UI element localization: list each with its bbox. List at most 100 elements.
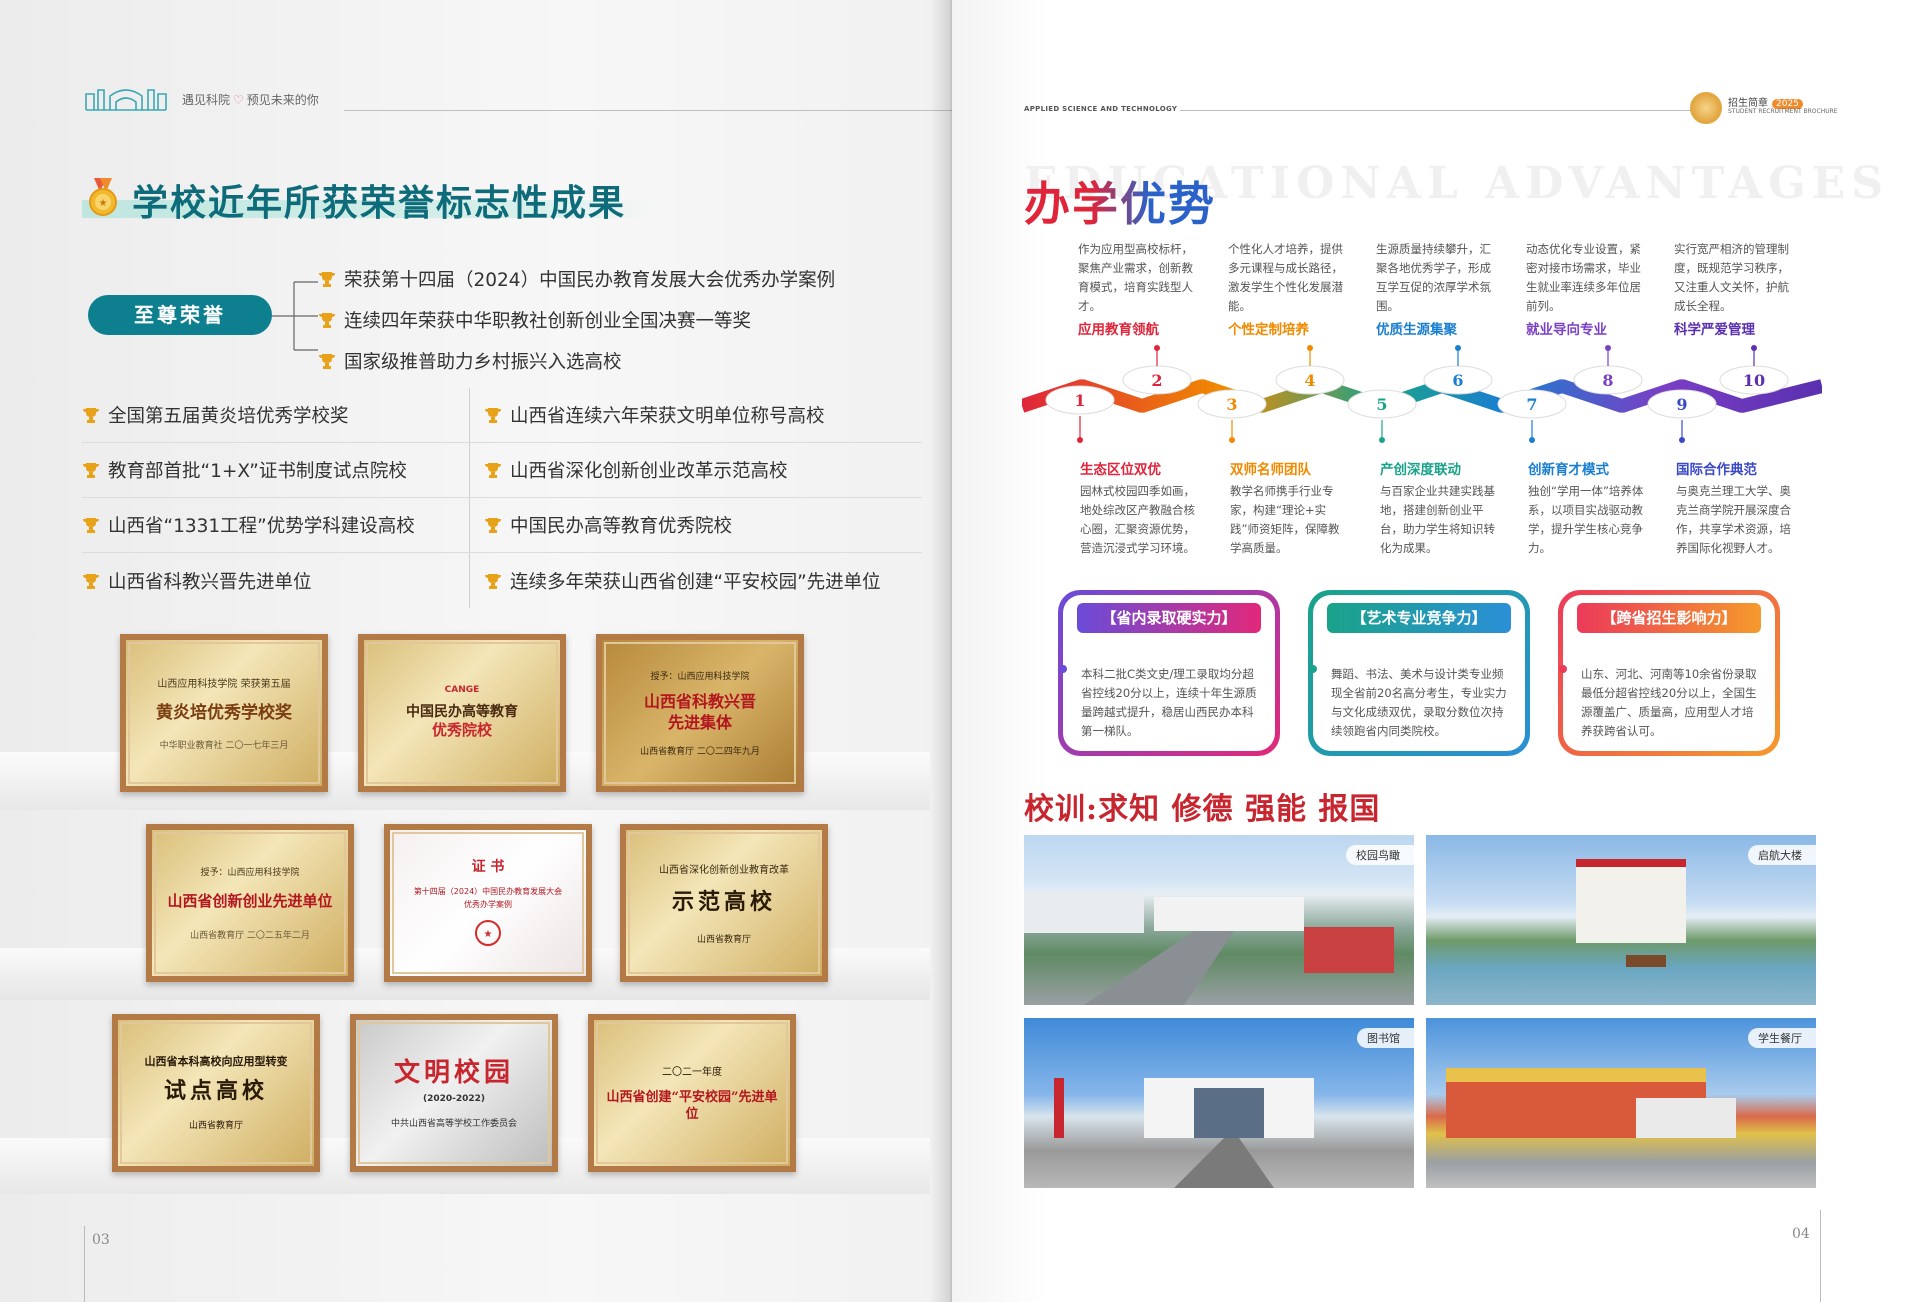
honor-row: 山西省科教兴晋先进单位 连续多年荣获山西省创建“平安校园”先进单位 <box>82 553 922 608</box>
advantage-description: 动态优化专业设置，紧密对接市场需求，毕业生就业率连续多年位居前列。 <box>1526 242 1641 313</box>
card-body: 舞蹈、书法、美术与设计类专业频现全省前20名高分考生，专业实力与文化成绩双优，录… <box>1331 667 1507 738</box>
page-number: 03 <box>92 1232 110 1248</box>
plaque-top-text: 二〇二一年度 <box>662 1066 722 1078</box>
timeline-number-7: 7 <box>1526 395 1537 414</box>
honor-text: 全国第五届黄炎培优秀学校奖 <box>108 406 349 427</box>
award-certificate: 证 书 第十四届（2024）中国民办教育发展大会 优秀办学案例 ★ <box>384 824 592 982</box>
advantage-top-item: 作为应用型高校标杆，聚焦产业需求，创新教育模式，培育实践型人才。 应用教育领航 <box>1078 240 1196 338</box>
timeline-number-8: 8 <box>1602 371 1613 390</box>
photo-label: 校园鸟瞰 <box>1346 845 1414 865</box>
trophy-icon <box>83 463 99 478</box>
plaque-issuer: 山西省教育厅 <box>188 1120 243 1131</box>
timeline-number-1: 1 <box>1074 391 1085 410</box>
card-inner: 【跨省招生影响力】 山东、河北、河南等10余省份录取最低分超省控线20分以上，全… <box>1559 595 1775 751</box>
advantage-description: 教学名师携手行业专家，构建“理论+实践”师资矩阵，保障教学高质量。 <box>1230 484 1340 555</box>
advantage-bottom-item: 生态区位双优 园林式校园四季如画，地处综改区产教融合核心圈，汇聚资源优势，营造沉… <box>1080 458 1198 558</box>
plaque-title-2: 优秀院校 <box>431 721 492 740</box>
trophy-icon <box>83 408 99 423</box>
advantage-name: 个性定制培养 <box>1228 322 1309 338</box>
plaque-title: 黄炎培优秀学校奖 <box>156 702 292 723</box>
honor-cell: 中国民办高等教育优秀院校 <box>470 498 732 552</box>
card-title: 【省内录取硬实力】 <box>1077 603 1261 633</box>
photo-label: 学生餐厅 <box>1748 1028 1816 1048</box>
supreme-honors-list: 荣获第十四届（2024）中国民办教育发展大会优秀办学案例 连续四年荣获中华职教社… <box>318 258 835 381</box>
tagline-part1: 遇见科院 <box>182 93 231 107</box>
honor-cell: 山西省深化创新创业改革示范高校 <box>470 443 788 497</box>
advantage-description: 作为应用型高校标杆，聚焦产业需求，创新教育模式，培育实践型人才。 <box>1078 242 1193 313</box>
plaque-title-2: 优秀办学案例 <box>464 900 512 910</box>
timeline-number-10: 10 <box>1743 371 1765 390</box>
honor-text: 山西省深化创新创业改革示范高校 <box>510 461 788 482</box>
advantage-bottom-item: 产创深度联动 与百家企业共建实践基地，搭建创新创业平台，助力学生将知识转化为成果… <box>1380 458 1498 558</box>
plaque-title: 山西省创新创业先进单位 <box>167 892 333 911</box>
advantage-description: 个性化人才培养，提供多元课程与成长路径，激发学生个性化发展潜能。 <box>1228 242 1343 313</box>
honor-cell: 山西省科教兴晋先进单位 <box>82 553 470 608</box>
campus-photo: 学生餐厅 <box>1426 1018 1816 1188</box>
plaque-top-text: 山西应用科技学院 荣获第五届 <box>157 678 291 690</box>
advantage-name: 应用教育领航 <box>1078 322 1159 338</box>
admission-card-art: 【艺术专业竞争力】 舞蹈、书法、美术与设计类专业频现全省前20名高分考生，专业实… <box>1308 590 1530 756</box>
card-body: 山东、河北、河南等10余省份录取最低分超省控线20分以上，全国生源覆盖广、质量高… <box>1581 667 1757 738</box>
page-corner-line <box>1820 1210 1821 1302</box>
timeline-number-2: 2 <box>1151 371 1162 390</box>
trophy-icon <box>485 463 501 478</box>
honor-text: 教育部首批“1+X”证书制度试点院校 <box>108 461 407 482</box>
supreme-item: 荣获第十四届（2024）中国民办教育发展大会优秀办学案例 <box>318 258 835 299</box>
plaque-title: 试点高校 <box>163 1078 268 1105</box>
supreme-item: 连续四年荣获中华职教社创新创业全国决赛一等奖 <box>318 299 835 340</box>
honor-text: 山西省科教兴晋先进单位 <box>108 571 312 593</box>
advantage-description: 实行宽严相济的管理制度，既规范学习秩序，又注重人文关怀，护航成长全程。 <box>1674 242 1789 313</box>
advantage-top-item: 实行宽严相济的管理制度，既规范学习秩序，又注重人文关怀，护航成长全程。 科学严爱… <box>1674 240 1792 338</box>
campus-photo: 启航大楼 <box>1426 835 1816 1005</box>
advantage-description: 与百家企业共建实践基地，搭建创新创业平台，助力学生将知识转化为成果。 <box>1380 484 1495 555</box>
brochure-english-label: STUDENT RECRUITMENT BROCHURE <box>1728 108 1838 115</box>
advantage-name: 产创深度联动 <box>1380 462 1461 478</box>
svg-text:★: ★ <box>99 198 108 209</box>
campus-photo: 校园鸟瞰 <box>1024 835 1414 1005</box>
advantage-name: 创新育才模式 <box>1528 462 1609 478</box>
tagline-part2: 预见未来的你 <box>246 93 319 107</box>
advantage-bottom-item: 创新育才模式 独创“学用一体”培养体系，以项目实战驱动教学，提升学生核心竞争力。 <box>1528 458 1646 558</box>
card-dot <box>1059 665 1067 673</box>
honor-cell: 山西省“1331工程”优势学科建设高校 <box>82 498 470 552</box>
plaque-title: 山西省科教兴晋 <box>643 692 756 712</box>
plaque-top-text: 山西省深化创新创业教育改革 <box>659 864 789 876</box>
trophy-icon <box>485 573 501 589</box>
plaque-title: 山西省创建“平安校园”先进单位 <box>606 1089 778 1122</box>
plaque-logo-text: CANGE <box>444 685 480 696</box>
plaque-title: 文明校园 <box>393 1057 514 1088</box>
heart-icon: ♡ <box>233 93 244 107</box>
bracket-connector <box>272 281 318 351</box>
supreme-item-text: 连续四年荣获中华职教社创新创业全国决赛一等奖 <box>344 310 752 332</box>
supreme-item-text: 荣获第十四届（2024）中国民办教育发展大会优秀办学案例 <box>344 269 836 291</box>
photo-label: 图书馆 <box>1357 1028 1414 1048</box>
award-plaque: CANGE 中国民办高等教育 优秀院校 <box>358 634 566 792</box>
header-tagline: 遇见科院 ♡ 预见未来的你 <box>182 91 319 108</box>
section-title-text: 学校近年所获荣誉标志性成果 <box>132 182 627 224</box>
header-rule <box>344 110 956 111</box>
school-motto: 校训:求知 修德 强能 报国 <box>1024 792 1381 827</box>
honor-text: 山西省连续六年荣获文明单位称号高校 <box>510 406 825 427</box>
plaque-title: 示范高校 <box>671 888 776 915</box>
honor-text: 中国民办高等教育优秀院校 <box>510 516 733 537</box>
plaque-title: 中国民办高等教育 <box>406 704 518 721</box>
plaque-top-text: 授予：山西应用科技学院 <box>200 868 300 879</box>
timeline-number-9: 9 <box>1676 395 1687 414</box>
page-number: 04 <box>1792 1226 1810 1242</box>
advantage-top-item: 生源质量持续攀升，汇聚各地优秀学子，形成互学互促的浓厚学术氛围。 优质生源集聚 <box>1376 240 1494 338</box>
plaque-top-text: 授予：山西应用科技学院 <box>650 672 750 683</box>
svg-text:★: ★ <box>484 929 493 940</box>
advantage-description: 生源质量持续攀升，汇聚各地优秀学子，形成互学互促的浓厚学术氛围。 <box>1376 242 1491 313</box>
card-inner: 【艺术专业竞争力】 舞蹈、书法、美术与设计类专业频现全省前20名高分考生，专业实… <box>1309 595 1525 751</box>
plaque-title: 第十四届（2024）中国民办教育发展大会 <box>413 887 563 897</box>
advantage-top-item: 个性化人才培养，提供多元课程与成长路径，激发学生个性化发展潜能。 个性定制培养 <box>1228 240 1346 338</box>
admission-card-provincial: 【省内录取硬实力】 本科二批C类文史/理工录取均分超省控线20分以上，连续十年生… <box>1058 590 1280 756</box>
award-plaque: 山西省深化创新创业教育改革 示范高校 山西省教育厅 <box>620 824 828 982</box>
plaque-issuer: 中共山西省高等学校工作委员会 <box>390 1119 517 1130</box>
honor-text: 连续多年荣获山西省创建“平安校园”先进单位 <box>510 571 881 593</box>
photo-label: 启航大楼 <box>1748 845 1816 865</box>
timeline-number-5: 5 <box>1376 395 1387 414</box>
plaque-issuer: 山西省教育厅 二〇二五年二月 <box>190 930 310 941</box>
advantage-top-item: 动态优化专业设置，紧密对接市场需求，毕业生就业率连续多年位居前列。 就业导向专业 <box>1526 240 1644 338</box>
honor-cell: 连续多年荣获山西省创建“平安校园”先进单位 <box>470 553 881 608</box>
